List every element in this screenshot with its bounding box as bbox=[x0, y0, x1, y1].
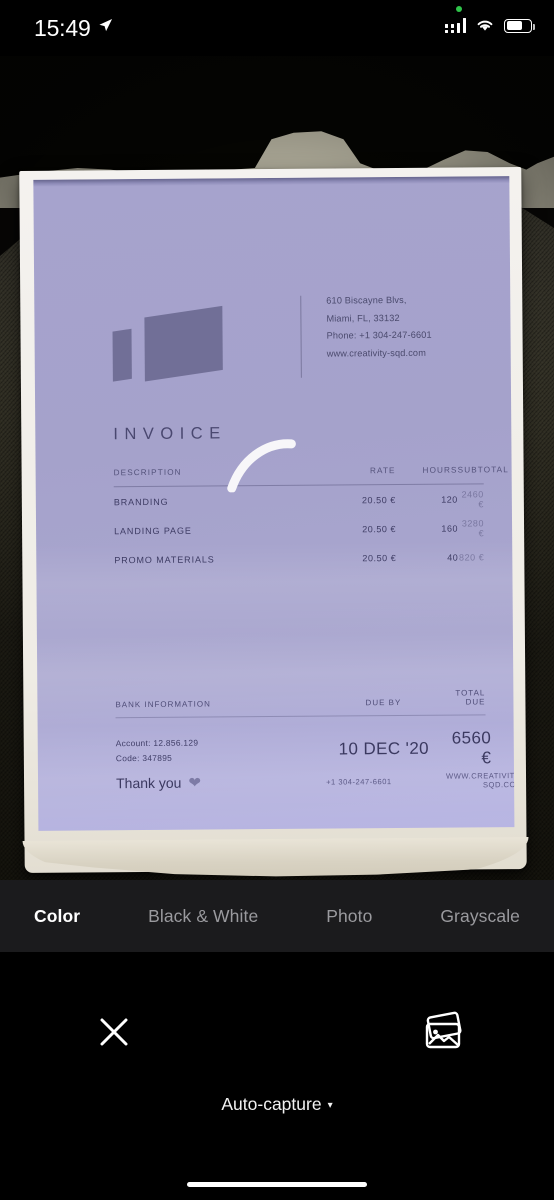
camera-viewfinder[interactable]: 610 Biscayne Blvs, Miami, FL, 33132 Phon… bbox=[0, 56, 554, 880]
gallery-icon[interactable] bbox=[420, 1009, 468, 1053]
scan-mode-tabs: Color Black & White Photo Grayscale bbox=[0, 880, 554, 952]
footer-phone: +1 304-247-6601 bbox=[326, 776, 392, 787]
row-description: PROMO MATERIALS bbox=[114, 553, 215, 565]
row-hours: 40 bbox=[447, 552, 459, 563]
column-header-rate: RATE bbox=[369, 466, 396, 476]
due-by-value: 10 DEC '20 bbox=[338, 738, 430, 759]
signal-dots-group bbox=[450, 24, 454, 33]
home-indicator bbox=[187, 1182, 367, 1187]
logo-bar-small bbox=[112, 328, 132, 382]
wifi-icon bbox=[477, 20, 493, 31]
mode-tab-color[interactable]: Color bbox=[0, 906, 114, 927]
logo-bar-large bbox=[144, 305, 223, 382]
mode-tab-grayscale[interactable]: Grayscale bbox=[406, 906, 554, 927]
address-line-1: 610 Biscayne Blvs, bbox=[326, 294, 407, 306]
table-row: LANDING PAGE 20.50 € 160 3280 € bbox=[114, 513, 484, 545]
table-row: PROMO MATERIALS 20.50 € 40 820 € bbox=[114, 542, 484, 574]
bank-information-label: BANK INFORMATION bbox=[115, 699, 211, 710]
total-due-label: TOTAL DUE bbox=[455, 688, 486, 707]
heart-icon: ❤ bbox=[188, 774, 202, 792]
row-description: BRANDING bbox=[113, 496, 169, 507]
column-header-subtotal: SUBTOTAL bbox=[457, 465, 509, 475]
row-rate: 20.50 € bbox=[361, 494, 396, 505]
status-bar-time: 15:49 bbox=[34, 15, 91, 41]
bank-account-details: Account: 12.856.129 Code: 347895 bbox=[116, 735, 316, 767]
creativity-sqd-logo bbox=[112, 305, 235, 382]
auto-capture-label: Auto-capture bbox=[221, 1094, 322, 1114]
row-hours: 120 bbox=[441, 494, 458, 505]
invoice-title: INVOICE bbox=[113, 424, 227, 444]
address-line-2: Miami, FL, 33132 bbox=[326, 312, 400, 324]
bank-account-number: Account: 12.856.129 bbox=[115, 737, 199, 749]
signal-dots-group bbox=[444, 24, 448, 33]
close-icon[interactable] bbox=[92, 1010, 136, 1054]
mode-tab-black-white[interactable]: Black & White bbox=[114, 906, 292, 927]
invoice-line-items-table: DESCRIPTION RATE HOURS SUBTOTAL BRANDING… bbox=[113, 465, 509, 574]
company-address: 610 Biscayne Blvs, Miami, FL, 33132 Phon… bbox=[326, 291, 514, 362]
auto-capture-control[interactable]: Auto-capture ▾ bbox=[0, 1094, 554, 1115]
scanning-arc-indicator bbox=[227, 439, 296, 493]
chevron-down-icon: ▾ bbox=[327, 1100, 333, 1111]
row-rate: 20.50 € bbox=[362, 552, 397, 563]
status-bar: 15:49 bbox=[0, 0, 554, 56]
row-subtotal: 2460 € bbox=[461, 488, 484, 509]
bank-header-row: BANK INFORMATION DUE BY TOTAL DUE bbox=[115, 688, 486, 719]
bank-body-row: Account: 12.856.129 Code: 347895 10 DEC … bbox=[116, 715, 492, 771]
battery-icon bbox=[504, 18, 535, 33]
total-due-value: 6560 € bbox=[451, 728, 492, 768]
header-divider bbox=[300, 295, 302, 378]
address-line-4: www.creativity-sqd.com bbox=[326, 347, 427, 359]
table-row: BRANDING 20.50 € 120 2460 € bbox=[114, 484, 484, 516]
due-by-label: DUE BY bbox=[365, 697, 402, 708]
thank-you-block: Thank you ❤ bbox=[116, 773, 326, 793]
scanned-document-sheet[interactable]: 610 Biscayne Blvs, Miami, FL, 33132 Phon… bbox=[19, 167, 526, 873]
bank-code: Code: 347895 bbox=[115, 752, 173, 764]
address-line-3: Phone: +1 304-247-6601 bbox=[326, 329, 432, 341]
row-subtotal: 820 € bbox=[458, 551, 485, 563]
status-bar-indicators bbox=[444, 18, 535, 33]
cellular-signal-icon bbox=[444, 18, 466, 33]
thank-you-text: Thank you bbox=[115, 774, 182, 792]
invoice-document: 610 Biscayne Blvs, Miami, FL, 33132 Phon… bbox=[33, 176, 515, 831]
row-subtotal: 3280 € bbox=[461, 517, 485, 538]
location-arrow-icon bbox=[99, 18, 113, 32]
mode-tab-photo[interactable]: Photo bbox=[292, 906, 406, 927]
invoice-footer: Thank you ❤ +1 304-247-6601 WWW.CREATIVI… bbox=[116, 771, 514, 793]
column-header-hours: HOURS bbox=[422, 465, 458, 475]
bank-and-totals-section: BANK INFORMATION DUE BY TOTAL DUE Accoun… bbox=[115, 688, 492, 771]
row-rate: 20.50 € bbox=[362, 523, 397, 534]
row-description: LANDING PAGE bbox=[114, 525, 192, 536]
row-hours: 160 bbox=[441, 523, 459, 534]
footer-website: WWW.CREATIVITY-SQD.COM bbox=[445, 771, 515, 790]
recording-indicator-dot bbox=[456, 6, 462, 12]
capture-controls-bar bbox=[0, 952, 554, 1200]
scanner-app-screen: 610 Biscayne Blvs, Miami, FL, 33132 Phon… bbox=[0, 0, 554, 1200]
